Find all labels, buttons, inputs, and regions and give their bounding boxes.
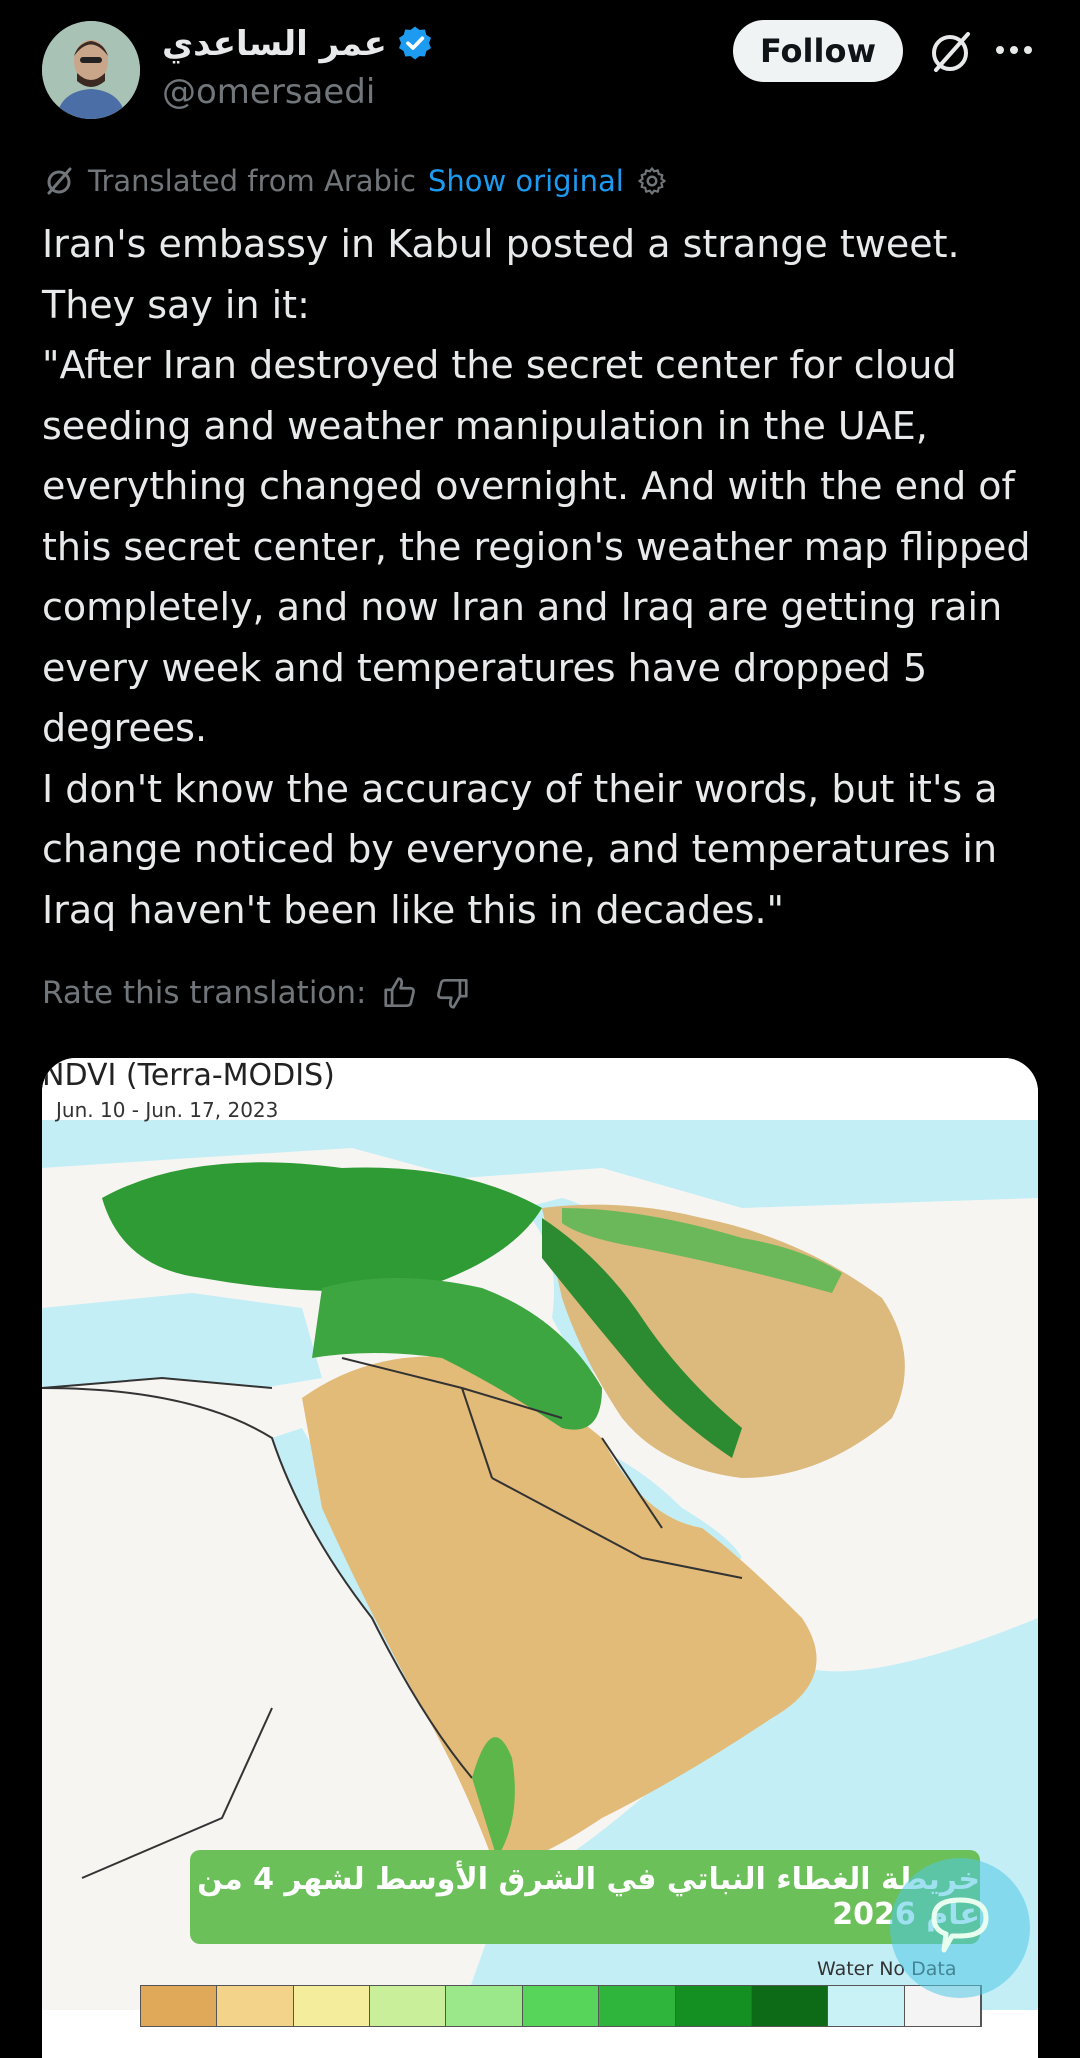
display-name[interactable]: عمر الساعدي bbox=[162, 24, 387, 64]
settings-gear-icon[interactable] bbox=[636, 165, 668, 197]
tweet-media-image[interactable]: NDVI (Terra-MODIS) Jun. 10 - Jun. 17, 20… bbox=[42, 1058, 1038, 2058]
legend-swatch bbox=[293, 1986, 371, 2026]
tweet-header: عمر الساعدي @omersaedi Follow bbox=[0, 0, 1080, 140]
thumbs-down-icon[interactable] bbox=[433, 974, 471, 1012]
grok-icon bbox=[47, 167, 72, 195]
translation-note-row: Translated from Arabic Show original bbox=[42, 164, 668, 198]
map-date: Jun. 10 - Jun. 17, 2023 bbox=[56, 1098, 279, 1122]
thumbs-up-icon[interactable] bbox=[381, 974, 419, 1012]
verified-badge-icon bbox=[398, 26, 431, 60]
grok-icon[interactable] bbox=[924, 26, 976, 78]
legend-swatch bbox=[522, 1986, 600, 2026]
show-original-link[interactable]: Show original bbox=[428, 164, 624, 198]
legend-bar bbox=[140, 1985, 982, 2027]
tweet-text: Iran's embassy in Kabul posted a strange… bbox=[42, 214, 1052, 940]
tweet-line: I don't know the accuracy of their words… bbox=[42, 766, 998, 932]
map-title: NDVI (Terra-MODIS) bbox=[42, 1058, 335, 1093]
tweet-line: "After Iran destroyed the secret center … bbox=[42, 343, 1031, 750]
legend-swatch bbox=[141, 1986, 218, 2026]
follow-button[interactable]: Follow bbox=[733, 20, 903, 82]
rate-translation-label: Rate this translation: bbox=[42, 975, 367, 1011]
legend-water-label: Water bbox=[817, 1958, 874, 1980]
floating-chat-button[interactable] bbox=[890, 1858, 1030, 1998]
map-caption: خريطة الغطاء النباتي في الشرق الأوسط لشه… bbox=[190, 1850, 980, 1944]
more-options-icon[interactable] bbox=[990, 30, 1038, 70]
tweet-line: They say in it: bbox=[42, 282, 310, 327]
legend-swatch bbox=[446, 1986, 523, 2026]
rate-translation-row: Rate this translation: bbox=[42, 974, 471, 1012]
translated-from-label: Translated from Arabic bbox=[88, 164, 416, 198]
avatar[interactable] bbox=[42, 21, 140, 119]
legend-swatch bbox=[675, 1986, 752, 2026]
legend-swatch bbox=[599, 1986, 676, 2026]
legend-swatch bbox=[751, 1986, 829, 2026]
legend-swatch bbox=[217, 1986, 294, 2026]
user-handle[interactable]: @omersaedi bbox=[162, 72, 375, 112]
chat-bubble-icon bbox=[931, 1897, 989, 1953]
legend-swatch bbox=[370, 1986, 447, 2026]
tweet-line: Iran's embassy in Kabul posted a strange… bbox=[42, 222, 960, 266]
name-row: عمر الساعدي bbox=[162, 24, 435, 64]
